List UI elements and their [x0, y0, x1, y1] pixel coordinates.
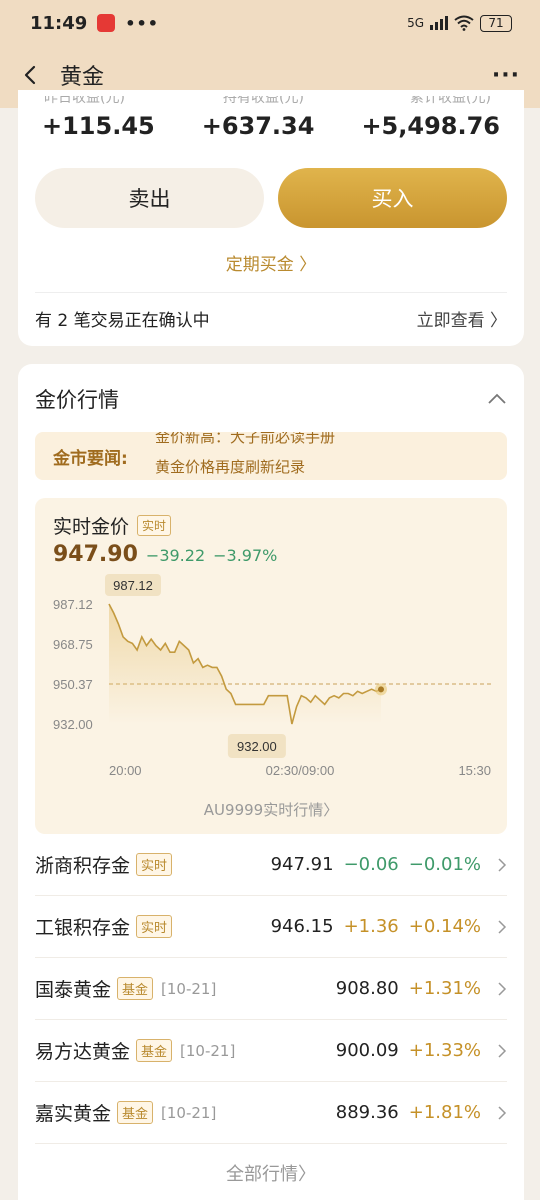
stat-label-holding: 持有收益(元)	[223, 96, 304, 106]
wifi-icon	[454, 15, 474, 31]
back-arrow-icon[interactable]	[20, 64, 42, 86]
news-item[interactable]: 金价新高：大子前必读手册	[155, 432, 335, 447]
quote-name: 嘉实黄金	[35, 1103, 112, 1125]
quote-tag: 实时	[136, 853, 173, 876]
quote-tag: 基金	[117, 977, 154, 1000]
trade-buttons: 卖出 买入	[35, 168, 507, 228]
market-header[interactable]: 金价行情	[35, 384, 507, 414]
stat-holding-profit: +637.34	[201, 112, 315, 140]
quote-change-percent: +1.81%	[408, 1102, 481, 1123]
quote-change-percent: +1.31%	[408, 978, 481, 999]
view-now-link[interactable]: 立即查看 〉	[417, 306, 507, 331]
price-change-percent: −3.97%	[213, 546, 278, 565]
y-tick-label: 987.12	[53, 597, 93, 612]
quote-change-percent: +1.33%	[408, 1040, 481, 1061]
quote-tag: 基金	[136, 1039, 173, 1062]
max-price-label: 987.12	[113, 578, 153, 593]
quote-row[interactable]: 国泰黄金 基金 [10-21] 908.80 +1.31%	[35, 958, 507, 1020]
sell-button[interactable]: 卖出	[35, 168, 264, 228]
x-tick-label: 15:30	[458, 763, 491, 778]
quote-change-percent: −0.01%	[408, 854, 481, 875]
quote-date: [10-21]	[180, 1041, 236, 1060]
quote-row[interactable]: 嘉实黄金 基金 [10-21] 889.36 +1.81%	[35, 1082, 507, 1144]
stat-label-yesterday: 昨日收益(元)	[44, 96, 125, 106]
chevron-right-icon	[498, 981, 507, 996]
quote-change-percent: +0.14%	[408, 916, 481, 937]
quote-tag: 基金	[117, 1101, 154, 1124]
divider	[35, 292, 507, 293]
quote-date: [10-21]	[161, 1103, 217, 1122]
market-card: 金价行情 金市要闻: 金价新高：大子前必读手册 黄金价格再度刷新纪录 实时金价 …	[18, 364, 524, 1200]
price-chart[interactable]: 987.12 968.75 950.37 932.00 20:00 02:30/09:00…	[35, 564, 507, 784]
quote-price: 946.15	[270, 916, 334, 937]
news-item[interactable]: 黄金价格再度刷新纪录	[155, 456, 305, 477]
chevron-right-icon	[498, 1105, 507, 1120]
chevron-right-icon	[498, 919, 507, 934]
status-bar: 11:49 ••• 5G 71	[0, 0, 540, 46]
quote-price: 889.36	[335, 1102, 399, 1123]
news-ticker[interactable]: 金市要闻: 金价新高：大子前必读手册 黄金价格再度刷新纪录	[35, 432, 507, 480]
min-price-label: 932.00	[237, 739, 277, 754]
quote-tag: 实时	[136, 915, 173, 938]
quote-name: 易方达黄金	[35, 1041, 131, 1063]
quote-date: [10-21]	[161, 979, 217, 998]
y-tick-label: 950.37	[53, 677, 93, 692]
stats-labels-clipped: 昨日收益(元) 持有收益(元) 累计收益(元)	[18, 96, 524, 106]
regular-buy-link[interactable]: 定期买金 〉	[18, 250, 524, 275]
quote-change: −0.06	[343, 854, 399, 875]
quote-row[interactable]: 工银积存金 实时 946.15 +1.36 +0.14%	[35, 896, 507, 958]
stat-total-profit: +5,498.76	[361, 112, 500, 140]
quote-name: 浙商积存金	[35, 855, 131, 877]
chevron-right-icon	[498, 1043, 507, 1058]
market-title: 金价行情	[35, 388, 119, 412]
quote-price: 947.91	[270, 854, 334, 875]
stat-label-total: 累计收益(元)	[410, 96, 491, 106]
quote-price: 900.09	[335, 1040, 399, 1061]
x-tick-label: 20:00	[109, 763, 142, 778]
pending-text: 有 2 笔交易正在确认中	[35, 311, 210, 331]
realtime-tag: 实时	[137, 515, 172, 536]
quote-name: 工银积存金	[35, 917, 131, 939]
chevron-up-icon[interactable]	[487, 393, 507, 405]
quote-row[interactable]: 浙商积存金 实时 947.91 −0.06 −0.01%	[35, 834, 507, 896]
pending-transactions-row[interactable]: 有 2 笔交易正在确认中 立即查看 〉	[35, 306, 507, 331]
quote-list: 浙商积存金 实时 947.91 −0.06 −0.01% 工银积存金 实时 946.15 +1.…	[35, 834, 507, 1144]
holdings-card: 昨日收益(元) 持有收益(元) 累计收益(元) +115.45 +637.34 …	[18, 90, 524, 346]
price-change: −39.22	[145, 546, 206, 565]
realtime-title: 实时金价	[53, 516, 130, 538]
news-label: 金市要闻:	[53, 449, 128, 469]
y-tick-label: 968.75	[53, 637, 93, 652]
signal-icon	[430, 16, 448, 30]
quote-change: +1.36	[343, 916, 399, 937]
all-quotes-link[interactable]: 全部行情〉	[18, 1160, 524, 1186]
price-area	[109, 604, 381, 724]
stat-yesterday-profit: +115.45	[42, 112, 155, 140]
more-notifications-icon: •••	[125, 13, 159, 33]
chevron-right-icon	[498, 857, 507, 872]
au9999-link[interactable]: AU9999实时行情〉	[35, 799, 507, 820]
network-type: 5G	[407, 16, 424, 30]
x-tick-label: 02:30/09:00	[266, 763, 335, 778]
quote-price: 908.80	[335, 978, 399, 999]
realtime-price-panel: 实时金价 实时 947.90 −39.22 −3.97% 987.12 968.7…	[35, 498, 507, 834]
app-notification-icon	[97, 14, 116, 32]
stats-row: +115.45 +637.34 +5,498.76	[18, 112, 524, 140]
page-title: 黄金	[60, 65, 105, 90]
battery-icon: 71	[480, 14, 512, 32]
more-options-icon[interactable]: ···	[492, 63, 520, 88]
y-tick-label: 932.00	[53, 717, 93, 732]
status-time: 11:49	[30, 12, 88, 34]
quote-name: 国泰黄金	[35, 979, 112, 1001]
current-point	[378, 686, 384, 693]
quote-row[interactable]: 易方达黄金 基金 [10-21] 900.09 +1.33%	[35, 1020, 507, 1082]
buy-button[interactable]: 买入	[278, 168, 507, 228]
